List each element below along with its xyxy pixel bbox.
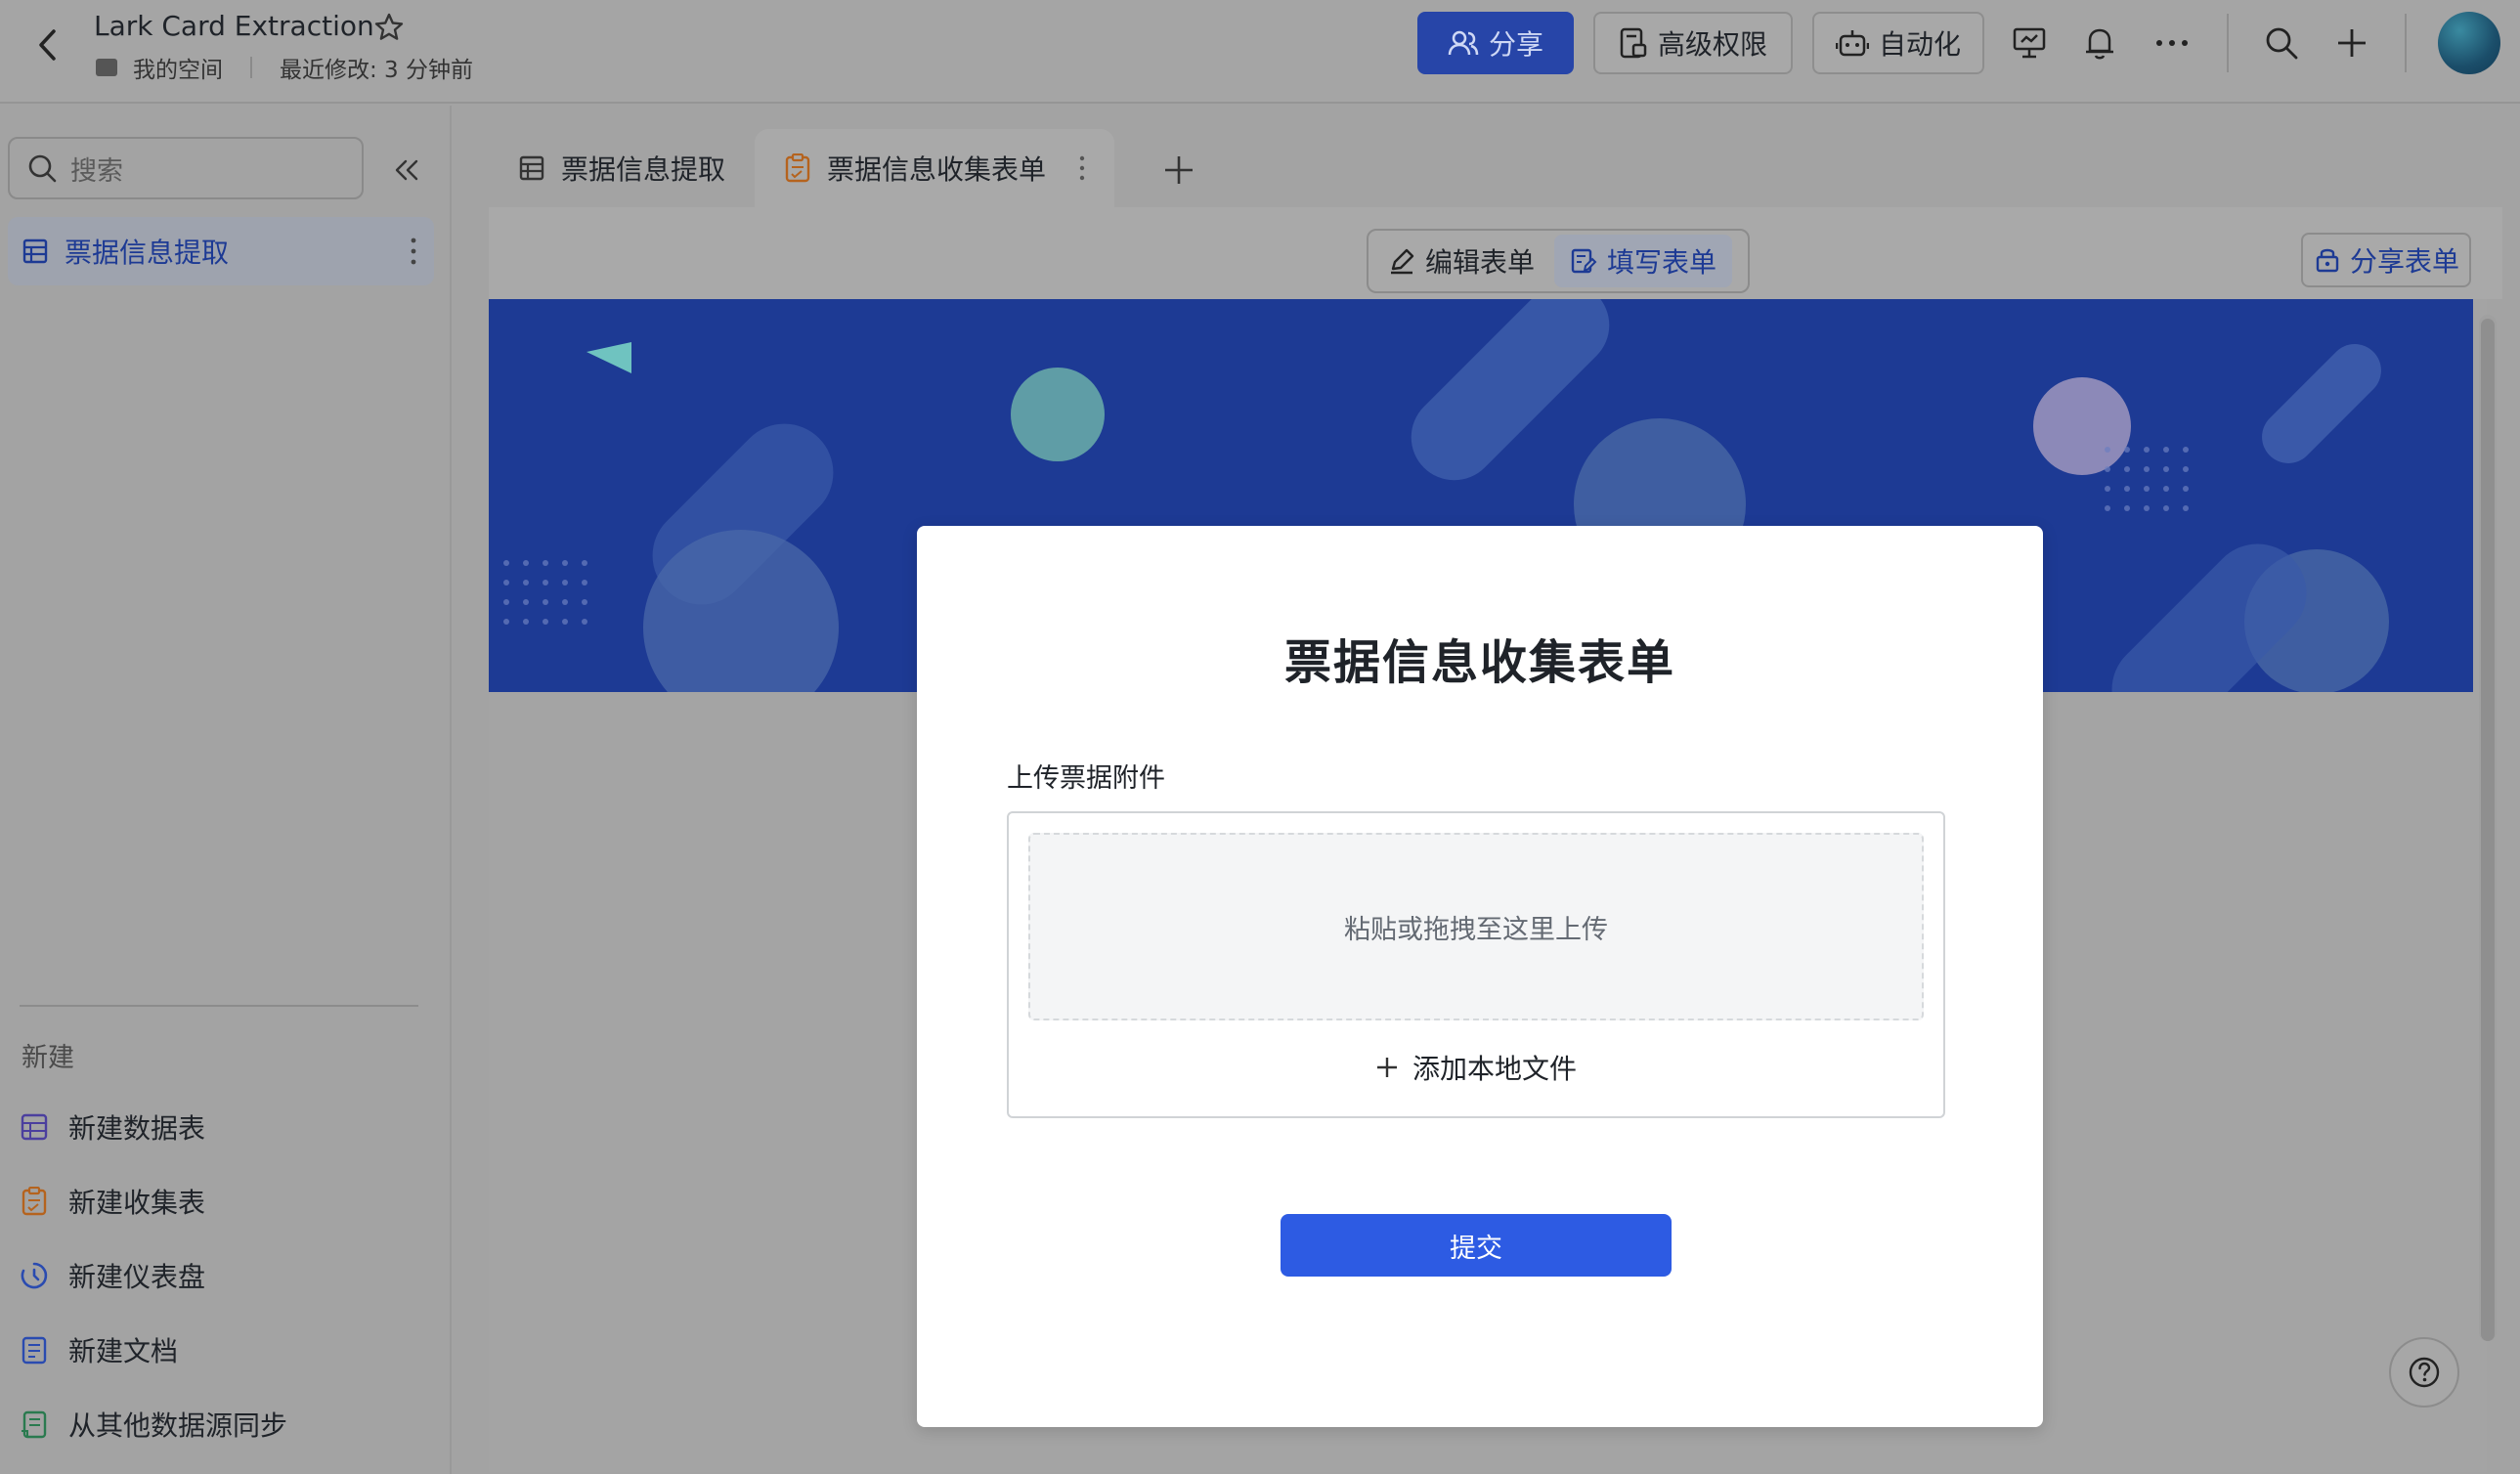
document-title[interactable]: Lark Card Extraction (94, 10, 374, 42)
search-icon (28, 154, 57, 183)
present-icon[interactable] (2008, 22, 2051, 65)
chevron-left-icon (39, 29, 56, 61)
header-divider (2227, 14, 2229, 72)
collapse-sidebar-button[interactable] (389, 152, 424, 188)
upload-field-label: 上传票据附件 (1007, 763, 1165, 794)
search-input[interactable]: 搜索 (8, 137, 364, 199)
share-form-button[interactable]: 分享表单 (2300, 233, 2471, 287)
table-icon (21, 1113, 48, 1141)
last-modified: 最近修改: 3 分钟前 (280, 58, 474, 83)
share-form-label: 分享表单 (2349, 245, 2459, 278)
tab-label: 票据信息提取 (561, 153, 726, 186)
add-local-file-button[interactable]: 添加本地文件 (1009, 1038, 1943, 1097)
vertical-more-icon[interactable] (1079, 155, 1085, 181)
add-tab-icon[interactable] (1161, 152, 1196, 188)
new-section-label: 新建 (22, 1043, 74, 1073)
robot-icon (1835, 30, 1869, 57)
header-divider (2405, 14, 2407, 72)
plus-icon[interactable] (2330, 22, 2373, 65)
sync-datasource-item[interactable]: 从其他数据源同步 (20, 1400, 287, 1449)
tab-bar: 票据信息提取 票据信息收集表单 (489, 129, 1115, 207)
edit-form-label: 编辑表单 (1425, 246, 1536, 279)
automation-button[interactable]: 自动化 (1812, 12, 1984, 74)
drop-hint: 粘贴或拖拽至这里上传 (1344, 914, 1608, 945)
tab-receipt-extraction[interactable]: 票据信息提取 (489, 129, 755, 207)
help-button[interactable] (2389, 1337, 2459, 1408)
avatar[interactable] (2438, 12, 2500, 74)
sync-datasource-label: 从其他数据源同步 (68, 1409, 288, 1442)
fill-form-button[interactable]: 填写表单 (1554, 235, 1733, 287)
top-header: Lark Card Extraction 我的空间 最近修改: 3 分钟前 分享… (0, 0, 2520, 104)
sidebar-item-label: 票据信息提取 (65, 237, 230, 269)
tab-label: 票据信息收集表单 (827, 153, 1047, 186)
folder-icon (96, 59, 117, 76)
submit-label: 提交 (1450, 1233, 1502, 1264)
submit-button[interactable]: 提交 (1281, 1214, 1672, 1277)
form-card: 票据信息收集表单 上传票据附件 粘贴或拖拽至这里上传 添加本地文件 提交 (917, 526, 2043, 1427)
doc-icon (22, 1336, 47, 1365)
sidebar: 搜索 票据信息提取 新建 新建数据表 新建收集表 新建仪表盘 新建文档 从其他数… (0, 106, 452, 1474)
star-icon[interactable] (373, 12, 405, 43)
new-doc-label: 新建文档 (68, 1335, 179, 1367)
new-table-item[interactable]: 新建数据表 (20, 1103, 205, 1151)
fill-form-label: 填写表单 (1607, 246, 1717, 279)
table-icon (519, 155, 544, 181)
attachment-upload-field: 粘贴或拖拽至这里上传 添加本地文件 (1007, 811, 1945, 1118)
new-doc-item[interactable]: 新建文档 (20, 1325, 178, 1374)
vertical-more-icon[interactable] (411, 237, 416, 266)
bell-icon[interactable] (2078, 22, 2121, 65)
new-dashboard-item[interactable]: 新建仪表盘 (20, 1251, 205, 1300)
form-mode-toggle: 编辑表单 填写表单 (1367, 229, 1750, 293)
folder-label[interactable]: 我的空间 (133, 51, 223, 84)
new-table-label: 新建数据表 (68, 1112, 206, 1145)
document-meta: 我的空间 最近修改: 3 分钟前 (96, 51, 473, 84)
users-icon (1448, 30, 1479, 56)
search-placeholder: 搜索 (70, 155, 123, 187)
more-icon[interactable] (2151, 22, 2194, 65)
search-icon[interactable] (2260, 22, 2303, 65)
add-local-file-label: 添加本地文件 (1412, 1053, 1577, 1085)
advanced-permissions-button[interactable]: 高级权限 (1593, 12, 1793, 74)
help-icon (2409, 1357, 2440, 1388)
scrollbar-thumb[interactable] (2481, 319, 2495, 1341)
permission-icon (1620, 27, 1647, 59)
form-toolbar: 编辑表单 填写表单 分享表单 (489, 207, 2502, 299)
new-dashboard-label: 新建仪表盘 (68, 1261, 206, 1293)
sync-icon (22, 1410, 47, 1439)
table-icon (22, 238, 48, 264)
form-title: 票据信息收集表单 (1283, 635, 1675, 690)
automation-label: 自动化 (1878, 28, 1961, 61)
dashboard-icon (21, 1262, 48, 1289)
edit-form-button[interactable]: 编辑表单 (1372, 235, 1550, 287)
plus-icon (1376, 1058, 1397, 1077)
new-form-item[interactable]: 新建收集表 (20, 1177, 205, 1226)
meta-divider (250, 57, 252, 78)
advanced-permissions-label: 高级权限 (1657, 28, 1767, 61)
drop-zone[interactable]: 粘贴或拖拽至这里上传 (1028, 833, 1924, 1020)
sidebar-item-receipt-extraction[interactable]: 票据信息提取 (8, 217, 434, 285)
share-button[interactable]: 分享 (1417, 12, 1574, 74)
share-button-label: 分享 (1488, 28, 1543, 61)
new-form-label: 新建收集表 (68, 1187, 206, 1219)
sidebar-divider (20, 1005, 418, 1007)
fill-form-icon (1571, 248, 1597, 274)
lock-share-icon (2316, 248, 2339, 273)
form-icon (22, 1187, 47, 1216)
tab-receipt-form[interactable]: 票据信息收集表单 (755, 129, 1115, 207)
form-icon (785, 153, 810, 183)
pencil-icon (1391, 248, 1414, 275)
double-chevron-left-icon (395, 159, 418, 181)
back-button[interactable] (27, 25, 66, 65)
